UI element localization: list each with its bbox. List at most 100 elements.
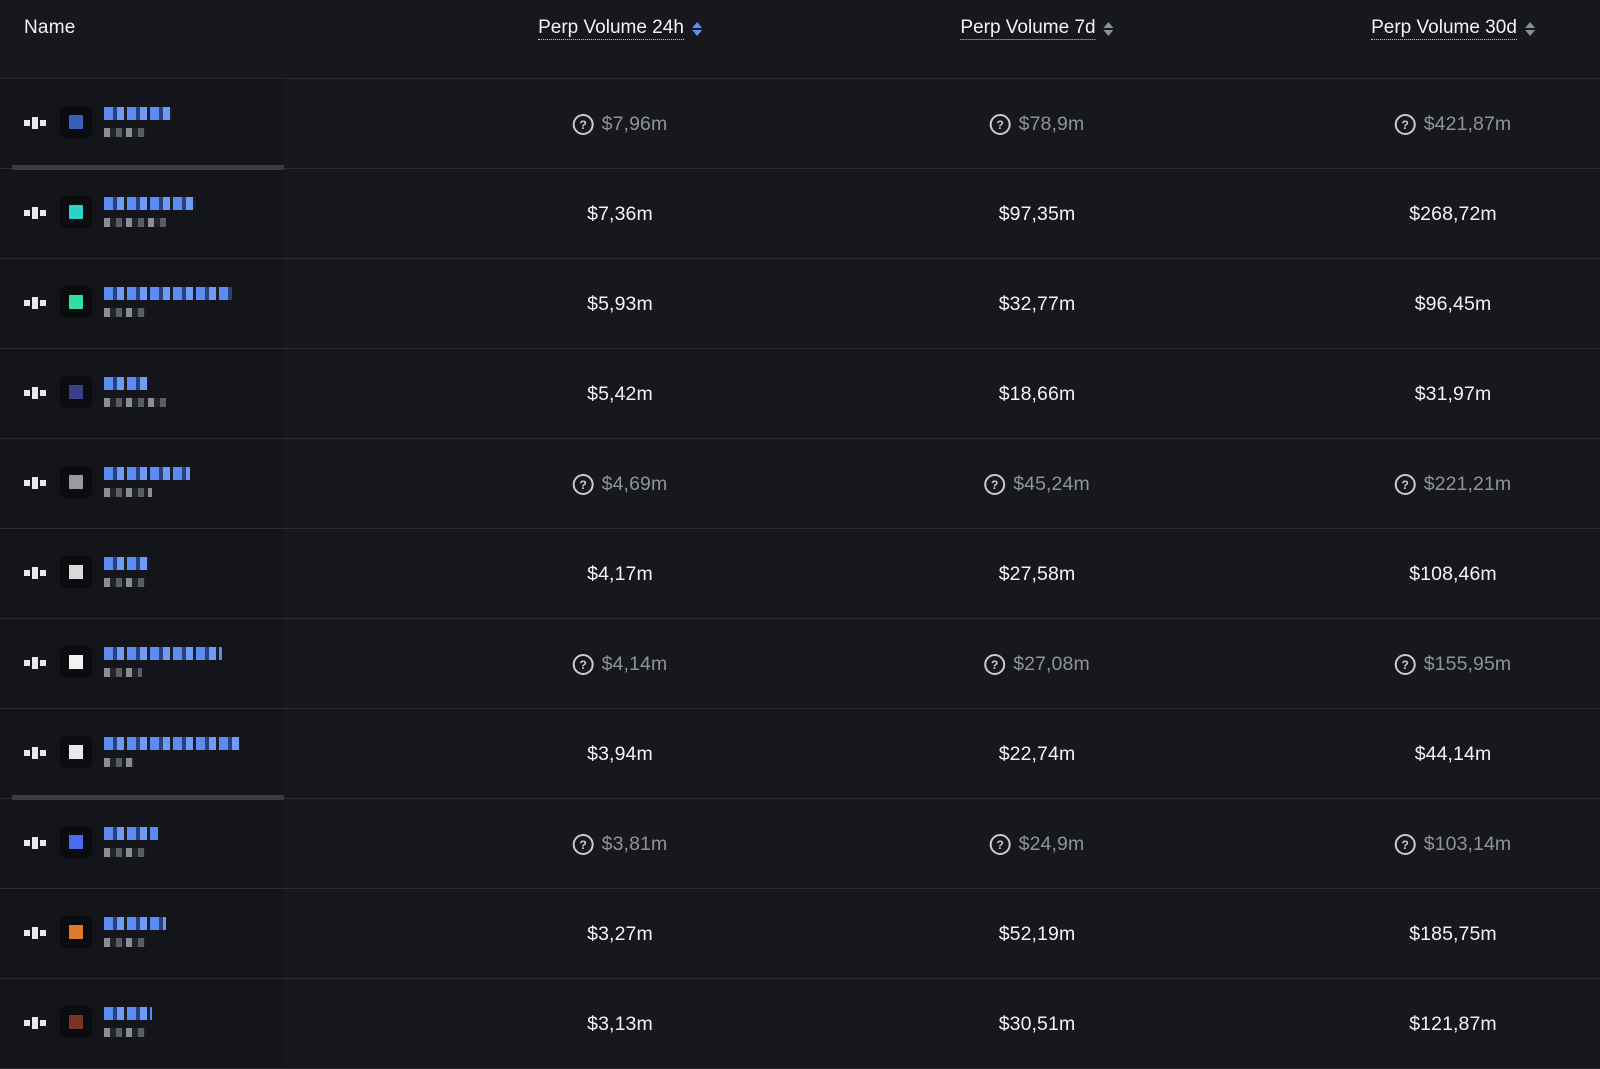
- volume-value: $108,46m: [1409, 563, 1497, 585]
- name-cell[interactable]: [0, 79, 284, 168]
- column-header-label: Perp Volume 30d: [1371, 17, 1517, 40]
- volume-value: $96,45m: [1414, 293, 1492, 315]
- name-cell[interactable]: [0, 439, 284, 528]
- project-subtitle-redacted: [104, 488, 152, 497]
- table-row[interactable]: ? $4,69m? $45,24m? $221,21m: [0, 439, 1600, 529]
- volume-value: $4,69m: [601, 473, 668, 495]
- rank-indicator: [24, 656, 48, 670]
- table-row[interactable]: $3,94m $22,74m $44,14m: [0, 709, 1600, 799]
- table-row[interactable]: $3,13m $30,51m $121,87m: [0, 979, 1600, 1069]
- volume-cell-v7d: ? $24,9m: [989, 833, 1085, 856]
- volume-value: $44,14m: [1414, 743, 1492, 765]
- volume-cell-v7d: ? $78,9m: [989, 113, 1085, 136]
- volume-value: $3,81m: [601, 833, 668, 855]
- question-circle-icon[interactable]: ?: [984, 654, 1006, 675]
- column-header-perp-volume-7d[interactable]: Perp Volume 7d: [960, 17, 1114, 40]
- rank-indicator: [24, 1016, 48, 1030]
- volume-cell-v24h: ? $4,14m: [572, 653, 668, 676]
- name-cell[interactable]: [0, 619, 284, 708]
- volume-cell-v24h: ? $4,69m: [572, 473, 668, 496]
- volume-cell-v30d: $108,46m: [1409, 563, 1497, 586]
- project-logo-icon: [60, 196, 92, 228]
- volume-cell-v30d: ? $155,95m: [1394, 653, 1512, 676]
- table-row[interactable]: ? $3,81m? $24,9m? $103,14m: [0, 795, 1600, 889]
- name-cell[interactable]: [0, 169, 284, 258]
- project-name-redacted[interactable]: [104, 737, 240, 750]
- project-name-redacted[interactable]: [104, 467, 190, 480]
- volume-value: $3,13m: [587, 1013, 653, 1035]
- project-subtitle-redacted: [104, 218, 166, 227]
- volume-value: $5,42m: [587, 383, 653, 405]
- project-logo-icon: [60, 106, 92, 138]
- rank-indicator: [24, 206, 48, 220]
- table-row[interactable]: $5,42m $18,66m $31,97m: [0, 349, 1600, 439]
- volume-value: $155,95m: [1423, 653, 1512, 675]
- table-row[interactable]: $3,27m $52,19m $185,75m: [0, 889, 1600, 979]
- name-cell[interactable]: [0, 709, 284, 798]
- question-circle-icon[interactable]: ?: [572, 654, 594, 675]
- project-name-redacted[interactable]: [104, 107, 172, 120]
- question-circle-icon[interactable]: ?: [989, 834, 1011, 855]
- project-logo-icon: [60, 1006, 92, 1038]
- volume-cell-v7d: $32,77m: [999, 293, 1076, 316]
- column-header-perp-volume-24h[interactable]: Perp Volume 24h: [538, 17, 702, 40]
- volume-cell-v30d: ? $421,87m: [1394, 113, 1512, 136]
- project-name-redacted[interactable]: [104, 917, 166, 930]
- volume-value: $27,08m: [1013, 653, 1090, 675]
- sort-arrows-icon[interactable]: [1524, 21, 1535, 36]
- project-name-redacted[interactable]: [104, 197, 196, 210]
- volume-value: $32,77m: [998, 293, 1076, 315]
- question-circle-icon[interactable]: ?: [1394, 474, 1416, 495]
- volume-value: $4,17m: [587, 563, 653, 585]
- volume-cell-v30d: $31,97m: [1415, 383, 1492, 406]
- project-name-redacted[interactable]: [104, 377, 148, 390]
- project-logo-icon: [60, 376, 92, 408]
- name-cell[interactable]: [0, 349, 284, 438]
- project-name-redacted[interactable]: [104, 1007, 152, 1020]
- volume-value: $221,21m: [1423, 473, 1512, 495]
- volume-cell-v30d: $121,87m: [1409, 1013, 1497, 1036]
- project-subtitle-redacted: [104, 578, 146, 587]
- volume-cell-v7d: ? $27,08m: [984, 653, 1090, 676]
- volume-cell-v30d: $268,72m: [1409, 203, 1497, 226]
- column-header-perp-volume-30d[interactable]: Perp Volume 30d: [1371, 17, 1535, 40]
- question-circle-icon[interactable]: ?: [572, 834, 594, 855]
- question-circle-icon[interactable]: ?: [1394, 114, 1416, 135]
- project-logo-icon: [60, 916, 92, 948]
- name-cell[interactable]: [0, 529, 284, 618]
- question-circle-icon[interactable]: ?: [1394, 834, 1416, 855]
- question-circle-icon[interactable]: ?: [989, 114, 1011, 135]
- volume-value: $24,9m: [1018, 833, 1085, 855]
- rank-indicator: [24, 386, 48, 400]
- question-circle-icon[interactable]: ?: [984, 474, 1006, 495]
- project-logo-icon: [60, 556, 92, 588]
- project-name-redacted[interactable]: [104, 827, 158, 840]
- project-subtitle-redacted: [104, 938, 146, 947]
- question-circle-icon[interactable]: ?: [572, 114, 594, 135]
- name-cell[interactable]: [0, 259, 284, 348]
- rank-indicator: [24, 116, 48, 130]
- question-circle-icon[interactable]: ?: [572, 474, 594, 495]
- volume-value: $7,96m: [601, 113, 668, 135]
- table-row[interactable]: $4,17m $27,58m $108,46m: [0, 529, 1600, 619]
- volume-cell-v24h: $3,94m: [587, 743, 653, 766]
- project-name-redacted[interactable]: [104, 287, 232, 300]
- volume-cell-v30d: $96,45m: [1415, 293, 1492, 316]
- table-header: Name Perp Volume 24h Perp Volume 7d Perp…: [0, 0, 1600, 79]
- sort-arrows-icon[interactable]: [1103, 21, 1114, 36]
- table-row[interactable]: $7,36m $97,35m $268,72m: [0, 165, 1600, 259]
- table-row[interactable]: $5,93m $32,77m $96,45m: [0, 259, 1600, 349]
- rank-indicator: [24, 566, 48, 580]
- name-cell[interactable]: [0, 799, 284, 888]
- table-row[interactable]: ? $4,14m? $27,08m? $155,95m: [0, 619, 1600, 709]
- project-name-redacted[interactable]: [104, 647, 222, 660]
- name-cell[interactable]: [0, 889, 284, 978]
- question-circle-icon[interactable]: ?: [1394, 654, 1416, 675]
- rank-indicator: [24, 836, 48, 850]
- sort-arrows-icon[interactable]: [691, 21, 702, 36]
- table-row[interactable]: ? $7,96m ? $78,9m ? $421,87m: [0, 79, 1600, 169]
- project-name-redacted[interactable]: [104, 557, 150, 570]
- name-cell[interactable]: [0, 979, 284, 1068]
- column-header-name[interactable]: Name: [24, 17, 75, 39]
- volume-value: $7,36m: [587, 203, 653, 225]
